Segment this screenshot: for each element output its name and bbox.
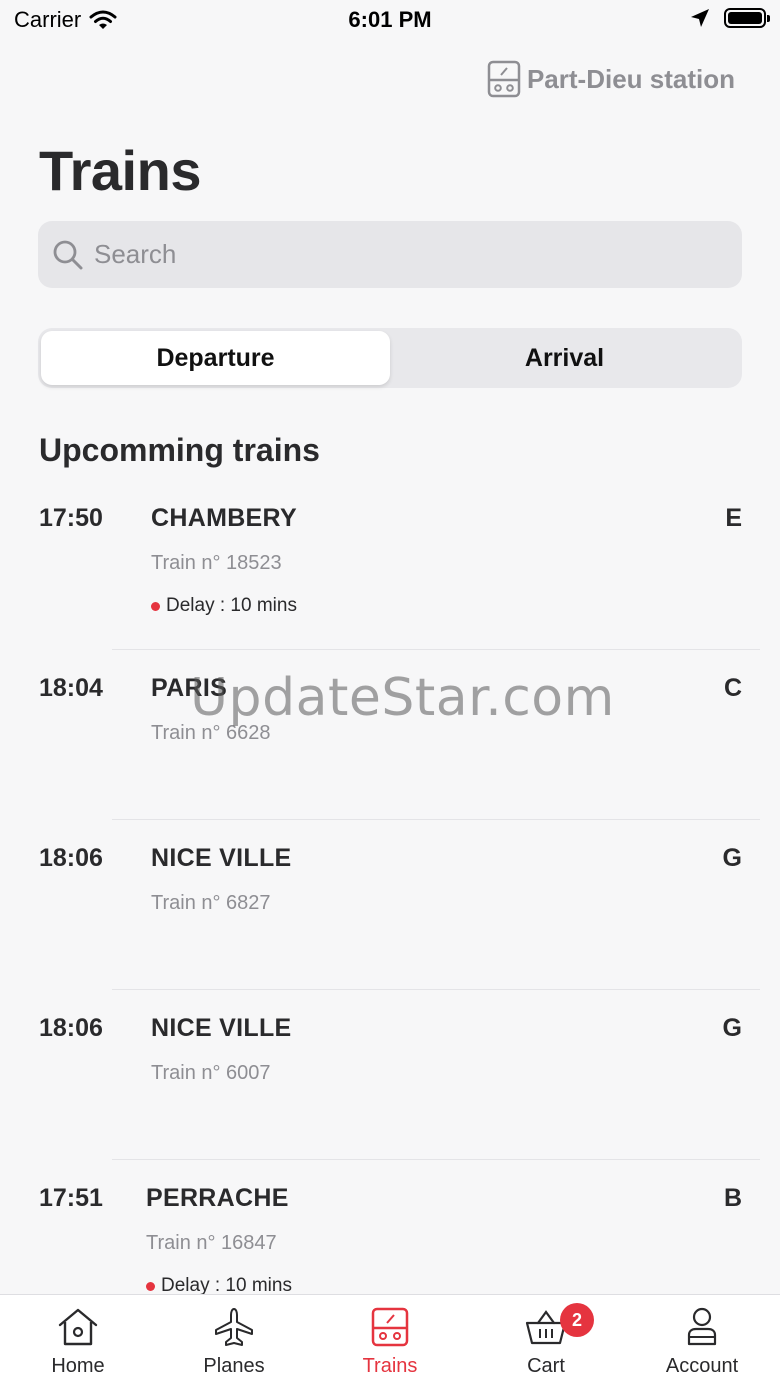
platform: G <box>722 1014 742 1042</box>
status-bar: Carrier 6:01 PM <box>0 0 780 40</box>
train-number: Train n° 16847 <box>146 1232 277 1254</box>
train-list: 17:50 CHAMBERY Train n° 18523 Delay : 10… <box>0 480 780 1330</box>
segment-departure[interactable]: Departure <box>41 331 390 385</box>
table-row[interactable]: 17:50 CHAMBERY Train n° 18523 Delay : 10… <box>0 480 780 650</box>
tab-planes[interactable]: Planes <box>156 1295 312 1387</box>
direction-segmented-control: Departure Arrival <box>38 328 742 388</box>
departure-time: 18:06 <box>39 844 103 872</box>
tab-bar: Home Planes Trains 2 Cart Account <box>0 1294 780 1387</box>
train-icon <box>371 1307 409 1347</box>
table-row[interactable]: 18:06 NICE VILLE Train n° 6827 G <box>0 820 780 990</box>
station-label: Part-Dieu station <box>526 63 735 94</box>
account-icon <box>687 1307 717 1346</box>
home-icon <box>58 1308 98 1346</box>
section-title: Upcomming trains <box>39 432 320 468</box>
tab-trains-label: Trains <box>362 1355 418 1377</box>
departure-time: 18:04 <box>39 674 103 702</box>
departure-time: 17:51 <box>39 1184 103 1212</box>
tab-account-label: Account <box>665 1355 739 1377</box>
tab-home-label: Home <box>51 1355 105 1377</box>
delay-dot-icon <box>146 1281 155 1291</box>
watermark: UpdateStar.com <box>190 668 615 728</box>
platform: C <box>723 674 742 702</box>
departure-time: 17:50 <box>39 504 103 532</box>
delay-indicator: Delay : 10 mins <box>151 595 297 617</box>
departure-time: 18:06 <box>39 1014 103 1042</box>
station-selector[interactable]: Part-Dieu station <box>487 60 735 98</box>
destination: PERRACHE <box>146 1184 289 1212</box>
tab-account[interactable]: Account <box>624 1295 780 1387</box>
cart-badge: 2 <box>560 1303 594 1337</box>
segment-arrival[interactable]: Arrival <box>390 331 739 385</box>
search-bar[interactable] <box>38 221 742 288</box>
train-number: Train n° 6827 <box>151 892 271 914</box>
train-icon <box>487 60 521 98</box>
page-title: Trains <box>39 139 201 202</box>
platform: E <box>725 504 742 532</box>
train-number: Train n° 6007 <box>151 1062 271 1084</box>
delay-dot-icon <box>151 601 160 611</box>
clock: 6:01 PM <box>348 7 432 32</box>
train-number: Train n° 18523 <box>151 552 282 574</box>
destination: CHAMBERY <box>151 504 297 532</box>
search-icon <box>53 240 83 269</box>
location-arrow-icon <box>691 9 709 27</box>
delay-text: Delay : 10 mins <box>166 595 297 616</box>
battery-icon <box>724 8 770 28</box>
tab-planes-label: Planes <box>203 1355 265 1377</box>
destination: NICE VILLE <box>151 1014 292 1042</box>
platform: G <box>722 844 742 872</box>
tab-cart-label: Cart <box>527 1355 565 1377</box>
tab-home[interactable]: Home <box>0 1295 156 1387</box>
table-row[interactable]: 18:06 NICE VILLE Train n° 6007 G <box>0 990 780 1160</box>
tab-cart[interactable]: 2 Cart <box>468 1295 624 1387</box>
destination: NICE VILLE <box>151 844 292 872</box>
search-input[interactable] <box>94 239 694 270</box>
plane-icon <box>215 1308 253 1346</box>
tab-trains[interactable]: Trains <box>312 1295 468 1387</box>
platform: B <box>723 1184 742 1212</box>
